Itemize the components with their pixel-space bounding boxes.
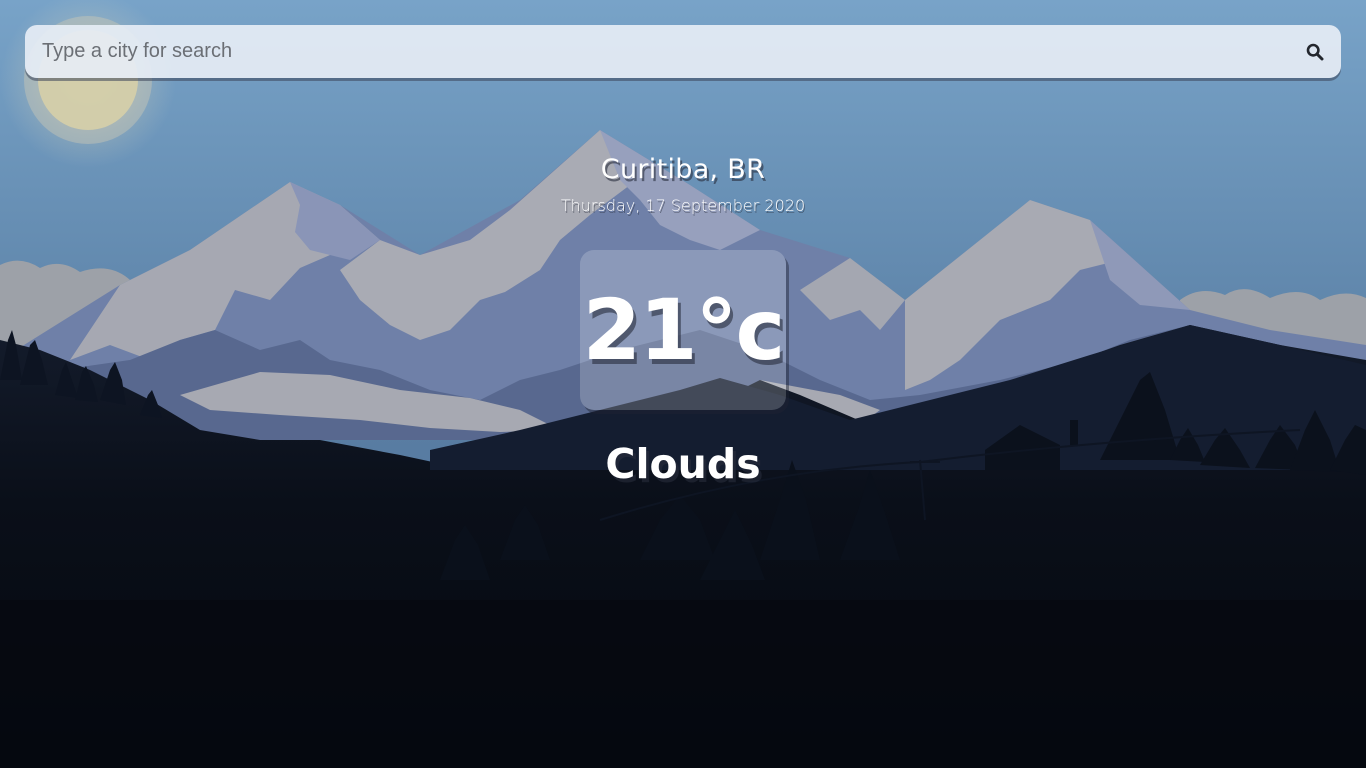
date-label: Thursday, 17 September 2020 <box>560 196 806 215</box>
temperature-card: 21°c <box>580 250 786 410</box>
location-label: Curitiba, BR <box>600 154 766 185</box>
weather-app: Curitiba, BR Thursday, 17 September 2020… <box>0 0 1366 768</box>
search-input[interactable] <box>40 30 1303 73</box>
temperature-value: 21°c <box>582 281 786 379</box>
search-button[interactable] <box>1303 40 1327 64</box>
search-bar <box>25 25 1341 78</box>
search-icon <box>1306 43 1324 60</box>
weather-condition: Clouds <box>605 440 761 488</box>
